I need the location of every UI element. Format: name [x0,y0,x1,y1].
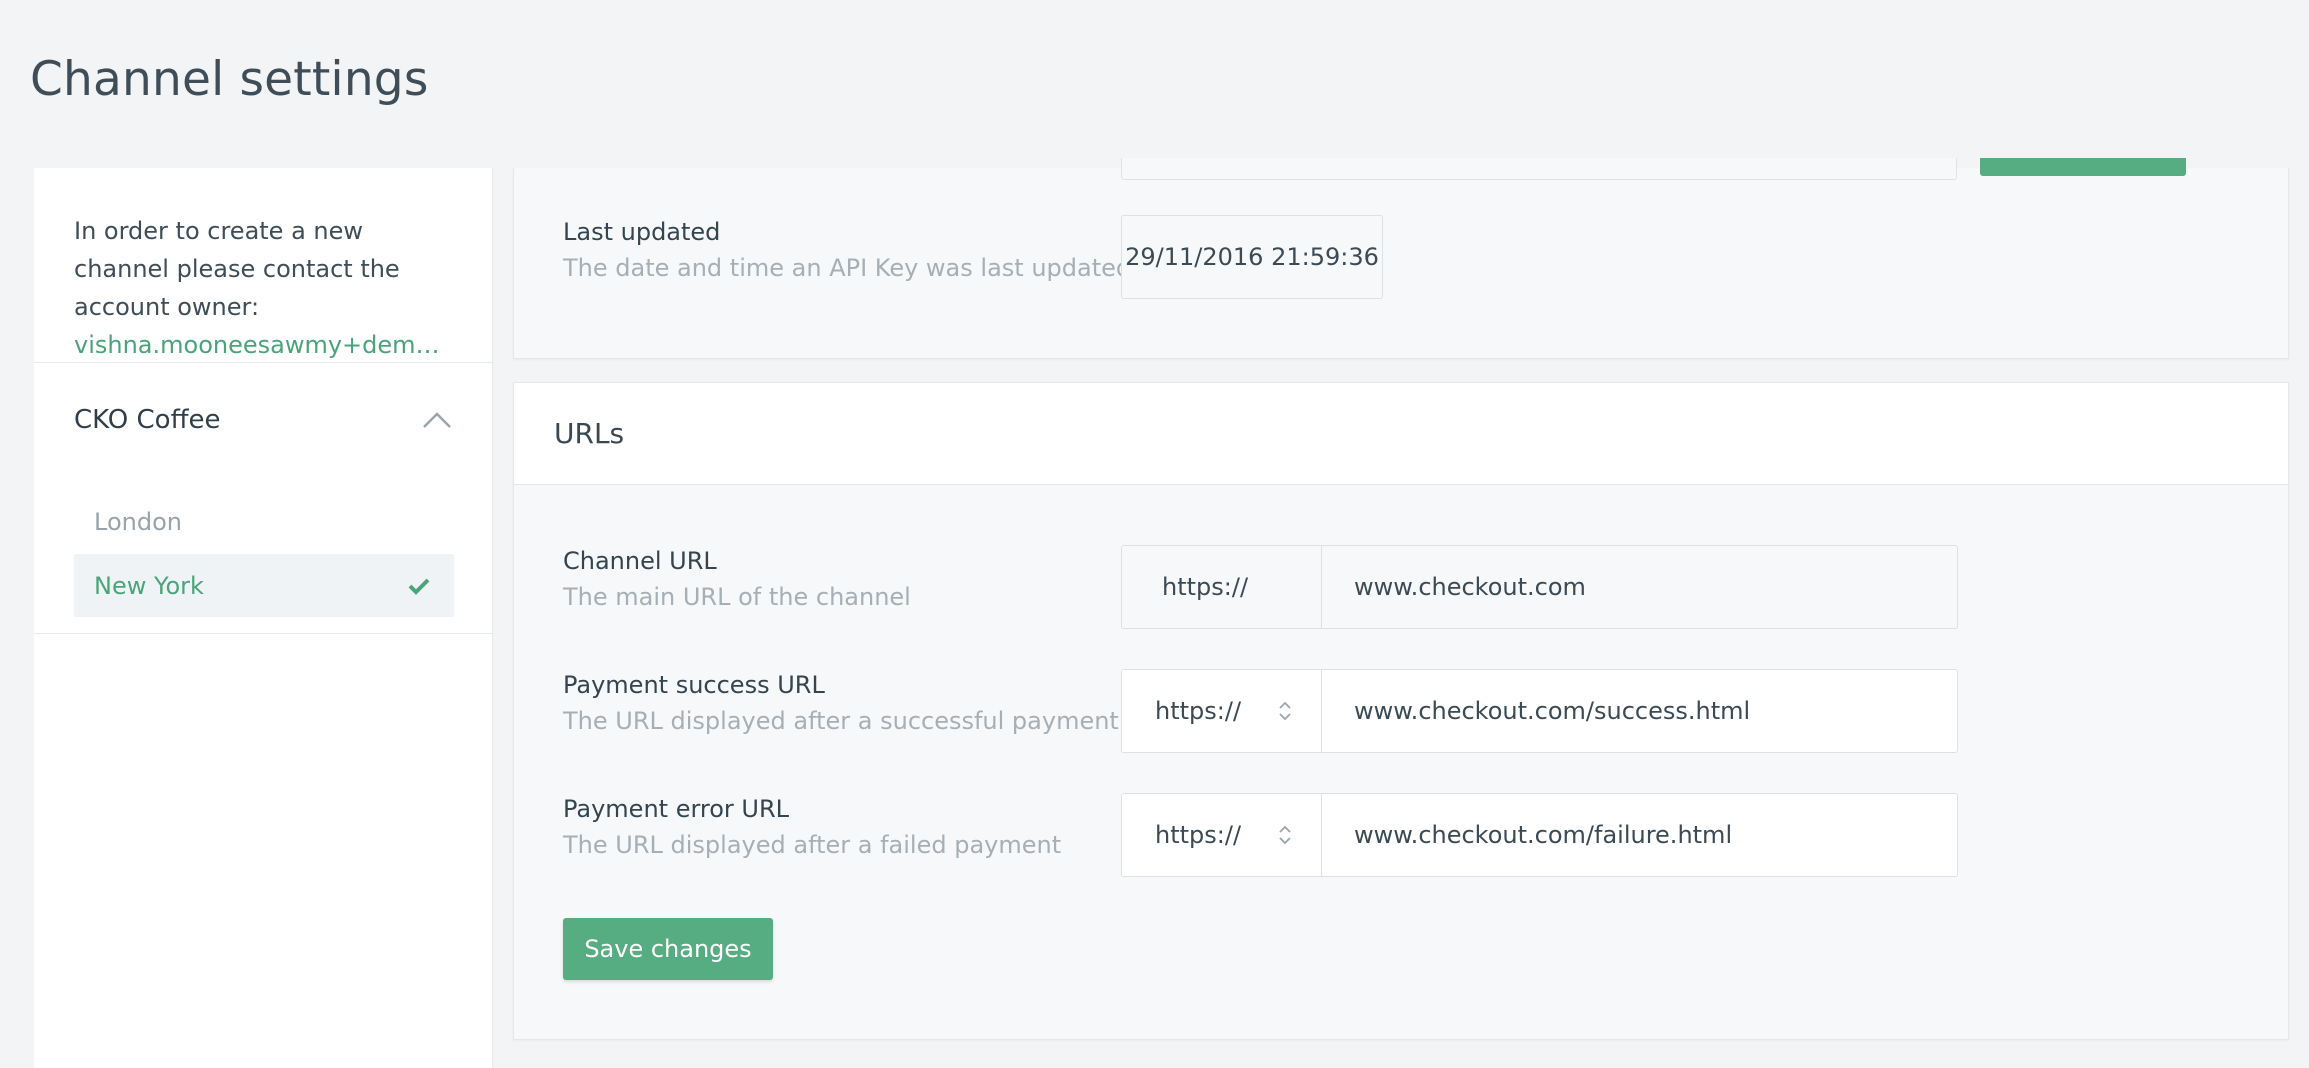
channel-url-help: The main URL of the channel [563,583,911,611]
channel-url-row: Channel URL The main URL of the channel … [514,545,2288,629]
urls-section-title: URLs [514,383,2288,485]
channel-url-input[interactable]: www.checkout.com [1322,546,1957,628]
sidebar-info-text: In order to create a new channel please … [74,217,400,321]
success-url-text: Payment success URL The URL displayed af… [563,671,1119,735]
error-url-protocol-text: https:// [1155,821,1242,849]
sidebar-item-label: London [94,507,182,536]
channel-url-label: Channel URL [563,547,717,575]
error-url-protocol-select[interactable]: https:// [1122,794,1322,876]
sidebar-item-label: New York [94,571,204,600]
owner-email-link[interactable]: vishna.mooneesawmy+demoad... [74,326,454,364]
success-url-help: The URL displayed after a successful pay… [563,707,1119,735]
success-url-protocol-select[interactable]: https:// [1122,670,1322,752]
channel-group: CKO Coffee London New York [34,363,492,634]
select-arrows-icon [1277,823,1293,847]
error-url-row: Payment error URL The URL displayed afte… [514,793,2288,877]
success-url-input-group: https:// www.checkout.com/success.html [1121,669,1958,753]
success-url-protocol-text: https:// [1155,697,1242,725]
sidebar-info: In order to create a new channel please … [34,168,492,363]
last-updated-field: Last updated The date and time an API Ke… [563,218,1131,282]
last-updated-value: 29/11/2016 21:59:36 [1121,215,1383,299]
api-keys-panel: Last updated The date and time an API Ke… [513,158,2289,359]
channel-url-protocol: https:// [1122,546,1322,628]
error-url-help: The URL displayed after a failed payment [563,831,1062,859]
sidebar-item-london[interactable]: London [74,490,454,553]
success-url-input[interactable]: www.checkout.com/success.html [1322,670,1957,752]
error-url-label: Payment error URL [563,795,790,823]
error-url-text: Payment error URL The URL displayed afte… [563,795,1061,859]
success-url-row: Payment success URL The URL displayed af… [514,669,2288,753]
last-updated-help: The date and time an API Key was last up… [563,254,1132,282]
success-url-label: Payment success URL [563,671,825,699]
channel-url-input-group: https:// www.checkout.com [1121,545,1958,629]
channel-url-protocol-text: https:// [1162,573,1249,601]
urls-panel: URLs Channel URL The main URL of the cha… [513,382,2289,1040]
save-changes-button[interactable]: Save changes [563,918,773,980]
check-icon [408,577,430,595]
last-updated-label: Last updated [563,218,721,246]
error-url-input[interactable]: www.checkout.com/failure.html [1322,794,1957,876]
select-arrows-icon [1277,699,1293,723]
error-url-input-group: https:// www.checkout.com/failure.html [1121,793,1958,877]
channel-group-title: CKO Coffee [74,405,221,435]
sidebar: In order to create a new channel please … [34,168,493,1068]
channel-group-header[interactable]: CKO Coffee [74,395,452,445]
sidebar-item-new-york[interactable]: New York [74,554,454,617]
channel-url-text: Channel URL The main URL of the channel [563,547,911,611]
chevron-up-icon[interactable] [422,405,452,435]
api-key-input[interactable] [1121,158,1957,180]
page-title: Channel settings [30,52,429,107]
regenerate-key-button[interactable] [1980,158,2186,176]
